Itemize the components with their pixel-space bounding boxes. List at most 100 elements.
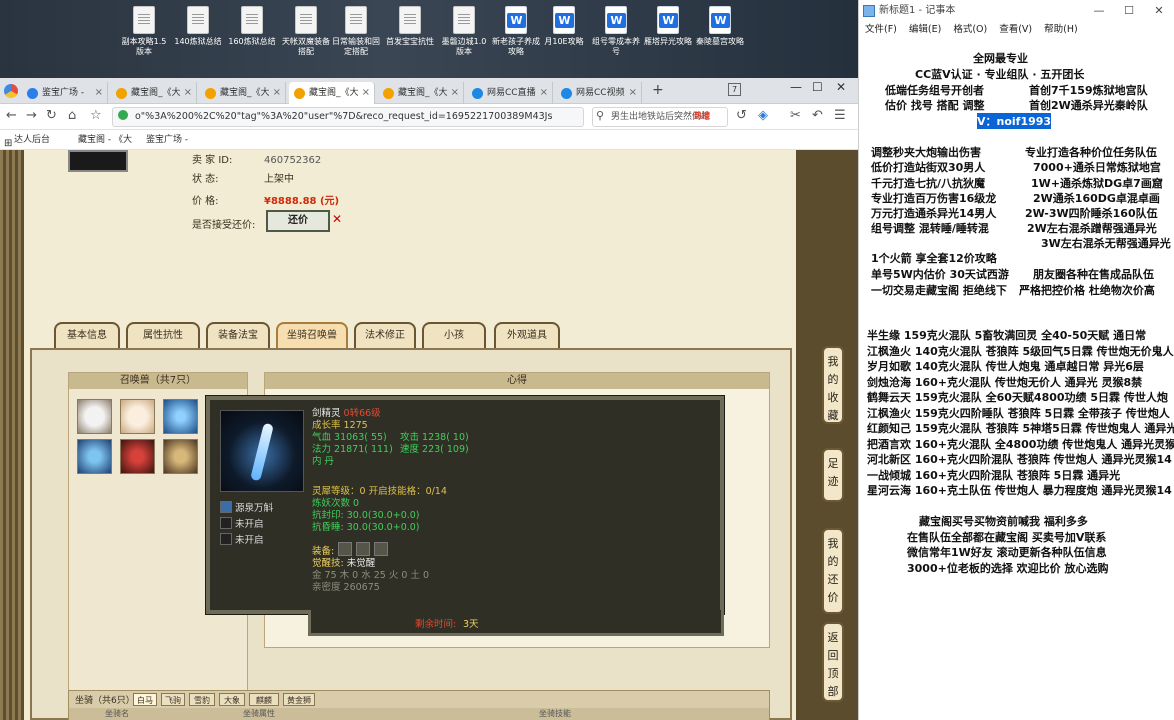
tab-close-icon[interactable]: × (273, 82, 281, 104)
tab-0[interactable]: 基本信息 (54, 322, 120, 348)
page-border (0, 150, 24, 720)
wps-doc-icon (553, 6, 575, 34)
tab-close-icon[interactable]: × (629, 82, 637, 104)
bookmark-item[interactable]: 达人后台 (14, 130, 50, 150)
pet-avatar[interactable] (77, 399, 112, 434)
notepad-menu-item[interactable]: 编辑(E) (909, 24, 941, 35)
text-file-shortcut[interactable]: 140炼狱总结 (172, 6, 224, 47)
tab-label: 藏宝阁_《大 (220, 88, 270, 98)
mount-tab[interactable]: 雪豹 (189, 693, 215, 706)
tab-count-badge[interactable]: 7 (728, 83, 741, 96)
side-tab[interactable]: 足迹 (822, 448, 844, 502)
browser-tab[interactable]: 藏宝阁_《大 × (200, 82, 286, 104)
tab-6[interactable]: 外观道具 (494, 322, 560, 348)
mount-tab[interactable]: 大象 (219, 693, 245, 706)
pet-lianyao: 炼妖次数 0 (312, 498, 360, 509)
text-file-shortcut[interactable]: 首发宝宝抗性 (384, 6, 436, 47)
back-icon[interactable]: ← (6, 108, 17, 123)
close-button[interactable]: ✕ (836, 80, 846, 94)
text-file-shortcut[interactable]: 天帐双魔装备搭配 (280, 6, 332, 57)
notepad-line: 调整秒夹大炮输出伤害 (871, 146, 981, 159)
notepad-line: 星河云海 160+克土队伍 传世炮人 暴力程度炮 通异光灵猴14 (867, 484, 1172, 497)
mount-tab[interactable]: 麒麟 (249, 693, 279, 706)
document-shortcut[interactable]: 秦陵墓宫攻略 (694, 6, 746, 47)
notepad-line: 半生缘 159克火混队 5畜牧满回灵 全40-50天赋 通日常 (867, 329, 1147, 342)
new-tab-button[interactable]: + (652, 82, 664, 98)
bookmark-item[interactable]: 鉴宝广场 - (146, 130, 188, 150)
counter-offer-button[interactable]: 还价 (266, 210, 330, 232)
tab-2[interactable]: 装备法宝 (206, 322, 270, 348)
text-file-shortcut[interactable]: 160炼狱总结 (226, 6, 278, 47)
refresh-tool-icon[interactable]: ↺ (736, 108, 747, 123)
document-shortcut[interactable]: 组号零成本养号 (590, 6, 642, 57)
notepad-menu-item[interactable]: 文件(F) (865, 24, 897, 35)
browser-tab[interactable]: 网易CC视频 × (556, 82, 642, 104)
mount-col-attr: 坐骑属性 (243, 709, 275, 718)
shield-icon[interactable]: ◈ (758, 108, 768, 123)
document-shortcut[interactable]: 月10E攻略 (538, 6, 590, 47)
menu-icon[interactable]: ☰ (834, 108, 846, 123)
side-tab[interactable]: 我的收藏 (822, 346, 844, 424)
browser-logo-icon[interactable] (4, 84, 18, 98)
skill-row: 源泉万斛 (220, 500, 273, 514)
notepad-menu-item[interactable]: 格式(O) (953, 24, 987, 35)
pet-avatar[interactable] (163, 439, 198, 474)
notepad-text-area[interactable]: 全网最专业 CC蓝V认证 · 专业组队 · 五开团长 低端任务组号开创者 首创7千15… (859, 38, 1174, 720)
notepad-line: 严格把控价格 杜绝物次价高 (1019, 284, 1155, 297)
document-shortcut[interactable]: 雁塔异光攻略 (642, 6, 694, 47)
url-field[interactable]: o"%3A%200%2C%20"tag"%3A%20"user"%7D&reco… (112, 107, 584, 127)
notepad-close-button[interactable]: ✕ (1144, 0, 1174, 22)
reload-icon[interactable]: ↻ (46, 108, 57, 123)
equip-slot[interactable] (356, 542, 370, 556)
pet-name-row: 剑精灵 0转66级 (312, 408, 381, 419)
browser-tab[interactable]: 藏宝阁_《大 × (111, 82, 197, 104)
tab-3[interactable]: 坐骑召唤兽 (276, 322, 348, 348)
browser-tab[interactable]: 藏宝阁_《大 × (289, 82, 375, 104)
equip-slot[interactable] (338, 542, 352, 556)
tab-close-icon[interactable]: × (95, 82, 103, 104)
mount-tab[interactable]: 白马 (133, 693, 157, 706)
browser-tab[interactable]: 鉴宝广场 - × (22, 82, 108, 104)
tab-close-icon[interactable]: × (540, 82, 548, 104)
tab-5[interactable]: 小孩 (422, 322, 486, 348)
forward-icon[interactable]: → (26, 108, 37, 123)
pet-avatar[interactable] (120, 399, 155, 434)
close-icon[interactable]: ✕ (332, 212, 342, 226)
minimize-button[interactable]: — (790, 80, 802, 94)
text-file-shortcut[interactable]: 墨磐边城1.0版本 (438, 6, 490, 57)
mount-tab[interactable]: 飞驹 (161, 693, 185, 706)
tab-4[interactable]: 法术修正 (354, 322, 416, 348)
notepad-line: 1个火箭 享全套12价攻略 (871, 252, 997, 265)
equip-slot[interactable] (374, 542, 388, 556)
document-shortcut[interactable]: 新老孩子养成攻略 (490, 6, 542, 57)
favorite-icon[interactable]: ☆ (90, 108, 102, 123)
pet-avatar[interactable] (120, 439, 155, 474)
hot-badge[interactable]: 热搜 (694, 110, 710, 121)
undo-icon[interactable]: ↶ (812, 108, 823, 123)
text-file-shortcut[interactable]: 副本攻略1.5版本 (118, 6, 170, 57)
maximize-button[interactable]: ☐ (812, 80, 823, 94)
tab-close-icon[interactable]: × (451, 82, 459, 104)
text-file-icon (453, 6, 475, 34)
tab-1[interactable]: 属性抗性 (126, 322, 200, 348)
notepad-line: 单号5W内估价 30天试西游 (871, 268, 1009, 281)
pet-avatar[interactable] (77, 439, 112, 474)
tab-close-icon[interactable]: × (184, 82, 192, 104)
notepad-minimize-button[interactable]: — (1084, 0, 1114, 22)
mount-tab[interactable]: 黄金狮 (283, 693, 315, 706)
status-row: 状 态: 上架中 (192, 170, 294, 185)
web-page: 卖 家 ID: 460752362 状 态: 上架中 价 格: ¥8888.88 (元… (0, 150, 858, 720)
side-tab[interactable]: 我的还价 (822, 528, 844, 614)
tab-close-icon[interactable]: × (362, 82, 370, 104)
home-icon[interactable]: ⌂ (68, 108, 76, 123)
browser-tab[interactable]: 藏宝阁_《大 × (378, 82, 464, 104)
side-tab[interactable]: 返回顶部 (822, 622, 844, 702)
pet-avatar[interactable] (163, 399, 198, 434)
notepad-menu-item[interactable]: 查看(V) (999, 24, 1032, 35)
notepad-menu-item[interactable]: 帮助(H) (1044, 24, 1078, 35)
cut-icon[interactable]: ✂ (790, 108, 801, 123)
bookmark-item[interactable]: 藏宝阁 - 《大 (78, 130, 132, 150)
notepad-maximize-button[interactable]: ☐ (1114, 0, 1144, 22)
text-file-shortcut[interactable]: 日常输装和固定搭配 (330, 6, 382, 57)
browser-tab[interactable]: 网易CC直播 × (467, 82, 553, 104)
